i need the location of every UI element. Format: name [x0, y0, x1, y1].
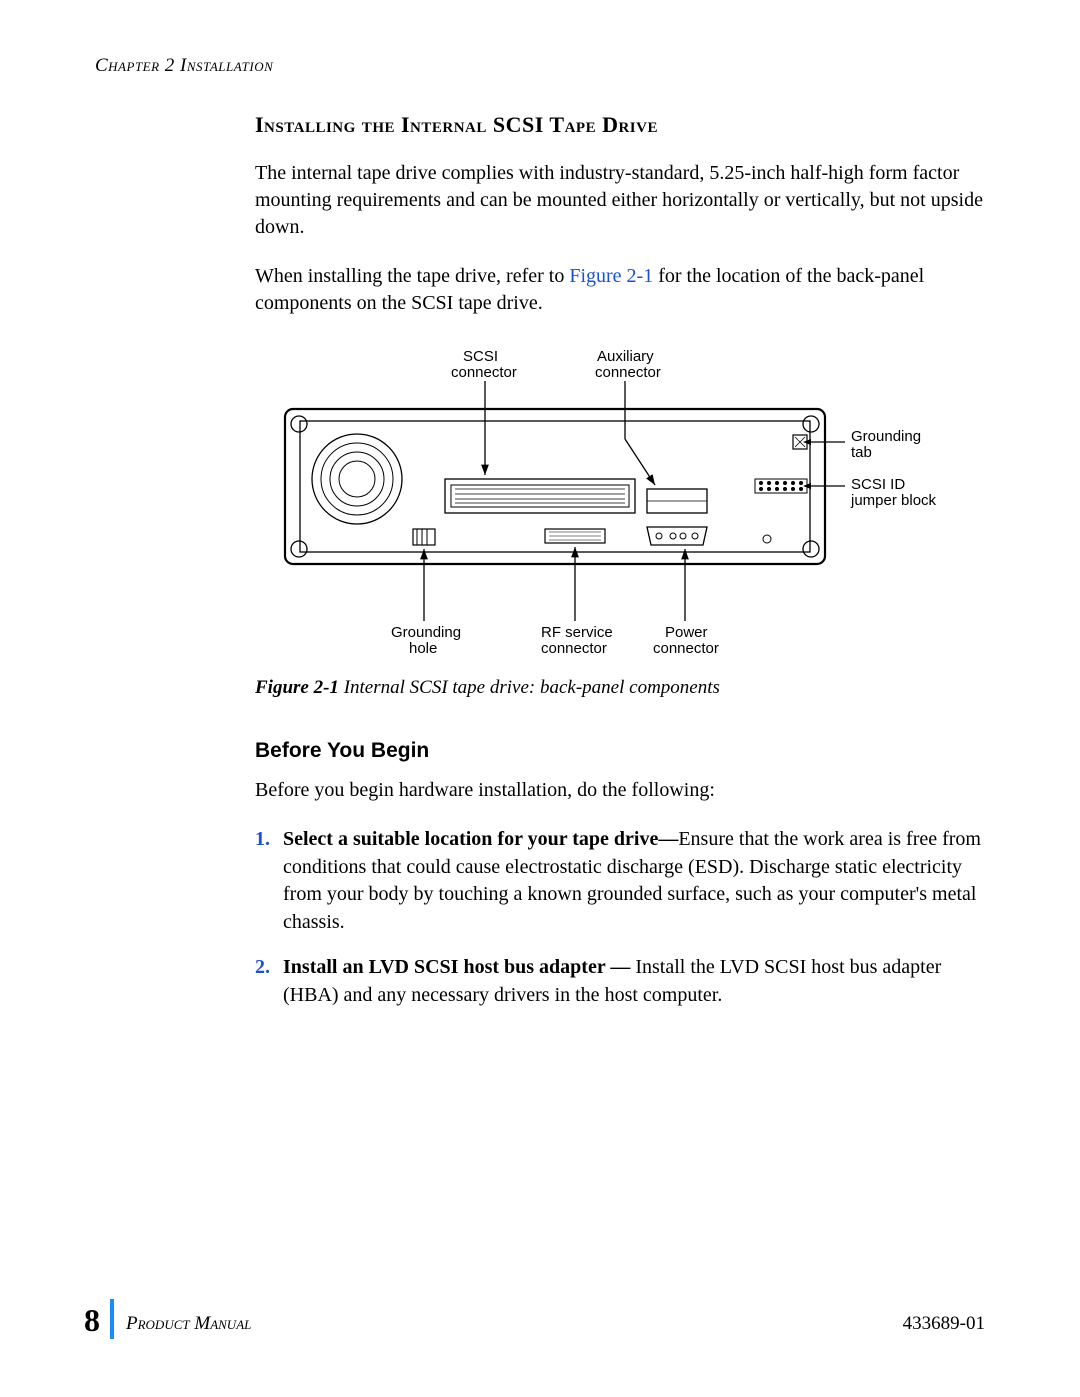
footer-accent-bar	[110, 1299, 114, 1339]
label-aux-connector-2: connector	[595, 364, 661, 381]
step-1: 1. Select a suitable location for your t…	[255, 826, 995, 936]
tape-drive-diagram: SCSI connector Auxiliary connector Groun…	[255, 339, 975, 659]
page-footer: 8 Product Manual 433689-01	[84, 1299, 985, 1339]
label-power-1: Power	[665, 624, 708, 641]
figure-caption-bold: Figure 2-1	[255, 677, 339, 698]
label-grounding-hole-1: Grounding	[391, 624, 461, 641]
figure-caption: Figure 2-1 Internal SCSI tape drive: bac…	[255, 677, 995, 699]
step-2: 2. Install an LVD SCSI host bus adapter …	[255, 954, 995, 1009]
step-2-number: 2.	[255, 954, 283, 1009]
label-power-2: connector	[653, 640, 719, 657]
step-1-bold: Select a suitable location for your tape…	[283, 828, 678, 850]
figure-caption-rest: Internal SCSI tape drive: back-panel com…	[339, 677, 720, 698]
chapter-header: Chapter 2 Installation	[95, 55, 985, 77]
steps-list: 1. Select a suitable location for your t…	[255, 826, 995, 1010]
label-rf-service-2: connector	[541, 640, 607, 657]
step-1-number: 1.	[255, 826, 283, 936]
paragraph-2: When installing the tape drive, refer to…	[255, 263, 995, 317]
label-scsi-connector-2: connector	[451, 364, 517, 381]
page: Chapter 2 Installation Installing the In…	[0, 0, 1080, 1397]
label-scsi-id-2: jumper block	[850, 492, 937, 509]
content-column: Installing the Internal SCSI Tape Drive …	[255, 112, 995, 1010]
figure-link[interactable]: Figure 2-1	[569, 265, 653, 287]
page-number: 8	[84, 1302, 100, 1339]
label-scsi-id-1: SCSI ID	[851, 476, 905, 493]
section-heading: Installing the Internal SCSI Tape Drive	[255, 112, 995, 138]
label-grounding-hole-2: hole	[409, 640, 437, 657]
label-grounding-tab-2: tab	[851, 444, 872, 461]
footer-doc-number: 433689-01	[903, 1313, 985, 1339]
label-scsi-connector-1: SCSI	[463, 348, 498, 365]
footer-product-manual: Product Manual	[126, 1313, 903, 1339]
label-aux-connector-1: Auxiliary	[597, 348, 654, 365]
step-2-bold: Install an LVD SCSI host bus adapter —	[283, 956, 635, 978]
label-grounding-tab-1: Grounding	[851, 428, 921, 445]
figure-2-1: SCSI connector Auxiliary connector Groun…	[255, 339, 1035, 659]
subheading-before-you-begin: Before You Begin	[255, 739, 995, 763]
intro-line: Before you begin hardware installation, …	[255, 777, 995, 804]
label-rf-service-1: RF service	[541, 624, 613, 641]
paragraph-1: The internal tape drive complies with in…	[255, 160, 995, 241]
para2-a: When installing the tape drive, refer to	[255, 265, 569, 287]
